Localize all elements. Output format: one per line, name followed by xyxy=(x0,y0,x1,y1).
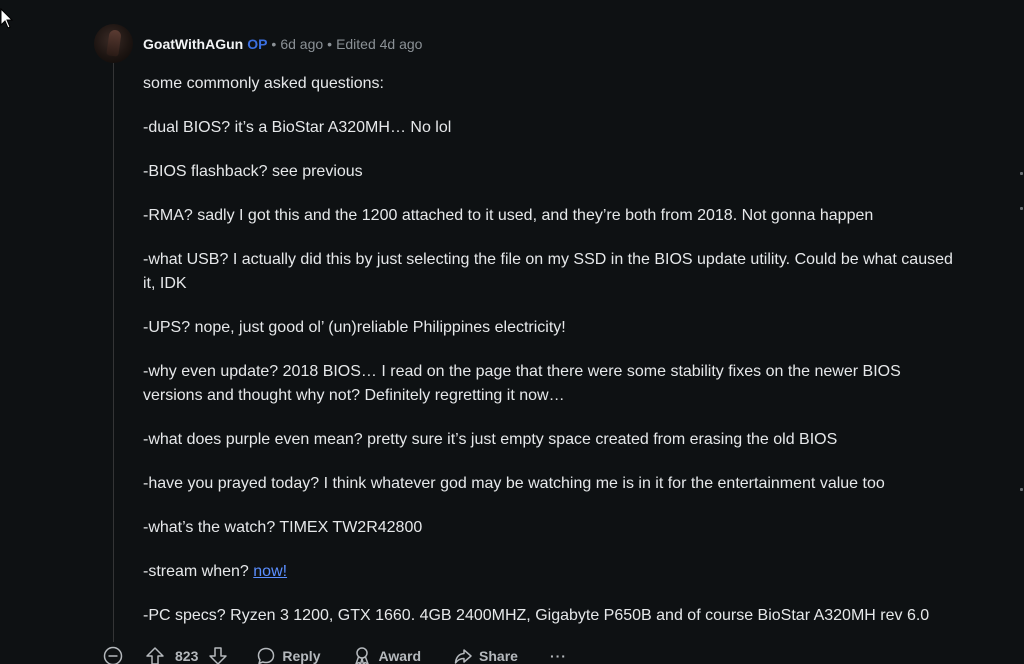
reply-label: Reply xyxy=(282,648,321,664)
op-badge: OP xyxy=(247,36,268,52)
award-button[interactable]: Award xyxy=(352,646,421,664)
comment-paragraph: -what does purple even mean? pretty sure… xyxy=(143,431,838,448)
comment-paragraph: -BIOS flashback? see previous xyxy=(143,163,363,180)
comment-paragraph: -what USB? I actually did this by just s… xyxy=(143,251,953,292)
edited-time: Edited 4d ago xyxy=(336,36,423,52)
comment-paragraph: -have you prayed today? I think whatever… xyxy=(143,475,885,492)
arrow-down-icon[interactable] xyxy=(208,646,228,664)
comment-header: GoatWithAGun OP • 6d ago • Edited 4d ago xyxy=(143,36,422,52)
scroll-indicator xyxy=(1020,207,1023,210)
scroll-indicator xyxy=(1020,172,1023,175)
author-username[interactable]: GoatWithAGun xyxy=(143,36,243,52)
stream-link[interactable]: now! xyxy=(253,563,287,580)
comment-paragraph: -dual BIOS? it’s a BioStar A320MH… No lo… xyxy=(143,119,452,136)
reply-button[interactable]: Reply xyxy=(256,646,320,664)
scroll-indicator xyxy=(1020,488,1023,491)
comment-action-bar: 823 Reply Award Share ··· xyxy=(103,644,567,664)
award-icon xyxy=(352,646,372,664)
comment-body: some commonly asked questions: -dual BIO… xyxy=(143,72,963,648)
separator-dot: • xyxy=(327,36,333,52)
award-label: Award xyxy=(378,648,422,664)
minus-circle-icon[interactable] xyxy=(103,646,123,664)
avatar[interactable] xyxy=(94,24,133,63)
comment-paragraph: -why even update? 2018 BIOS… I read on t… xyxy=(143,363,901,404)
comment-thread-line[interactable] xyxy=(113,62,114,642)
comment-paragraph-stream: -stream when? now! xyxy=(143,560,963,584)
share-arrow-icon xyxy=(453,646,473,664)
posted-time[interactable]: 6d ago xyxy=(280,36,323,52)
comment-paragraph: -UPS? nope, just good ol’ (un)reliable P… xyxy=(143,319,566,336)
comment-paragraph: -what’s the watch? TIMEX TW2R42800 xyxy=(143,519,423,536)
share-label: Share xyxy=(479,648,518,664)
vote-group: 823 xyxy=(145,646,228,664)
comment-paragraph: -RMA? sadly I got this and the 1200 atta… xyxy=(143,207,874,224)
share-button[interactable]: Share xyxy=(453,646,518,664)
comment-paragraph: -PC specs? Ryzen 3 1200, GTX 1660. 4GB 2… xyxy=(143,607,930,624)
speech-bubble-icon xyxy=(256,646,276,664)
vote-score: 823 xyxy=(175,648,199,664)
arrow-up-icon[interactable] xyxy=(145,646,165,664)
reddit-comment-page: GoatWithAGun OP • 6d ago • Edited 4d ago… xyxy=(0,0,1024,664)
mouse-pointer-icon xyxy=(0,7,14,35)
comment-paragraph: some commonly asked questions: xyxy=(143,75,384,92)
stream-question: -stream when? xyxy=(143,563,254,580)
more-options-button[interactable]: ··· xyxy=(550,648,567,664)
separator-dot: • xyxy=(271,36,277,52)
